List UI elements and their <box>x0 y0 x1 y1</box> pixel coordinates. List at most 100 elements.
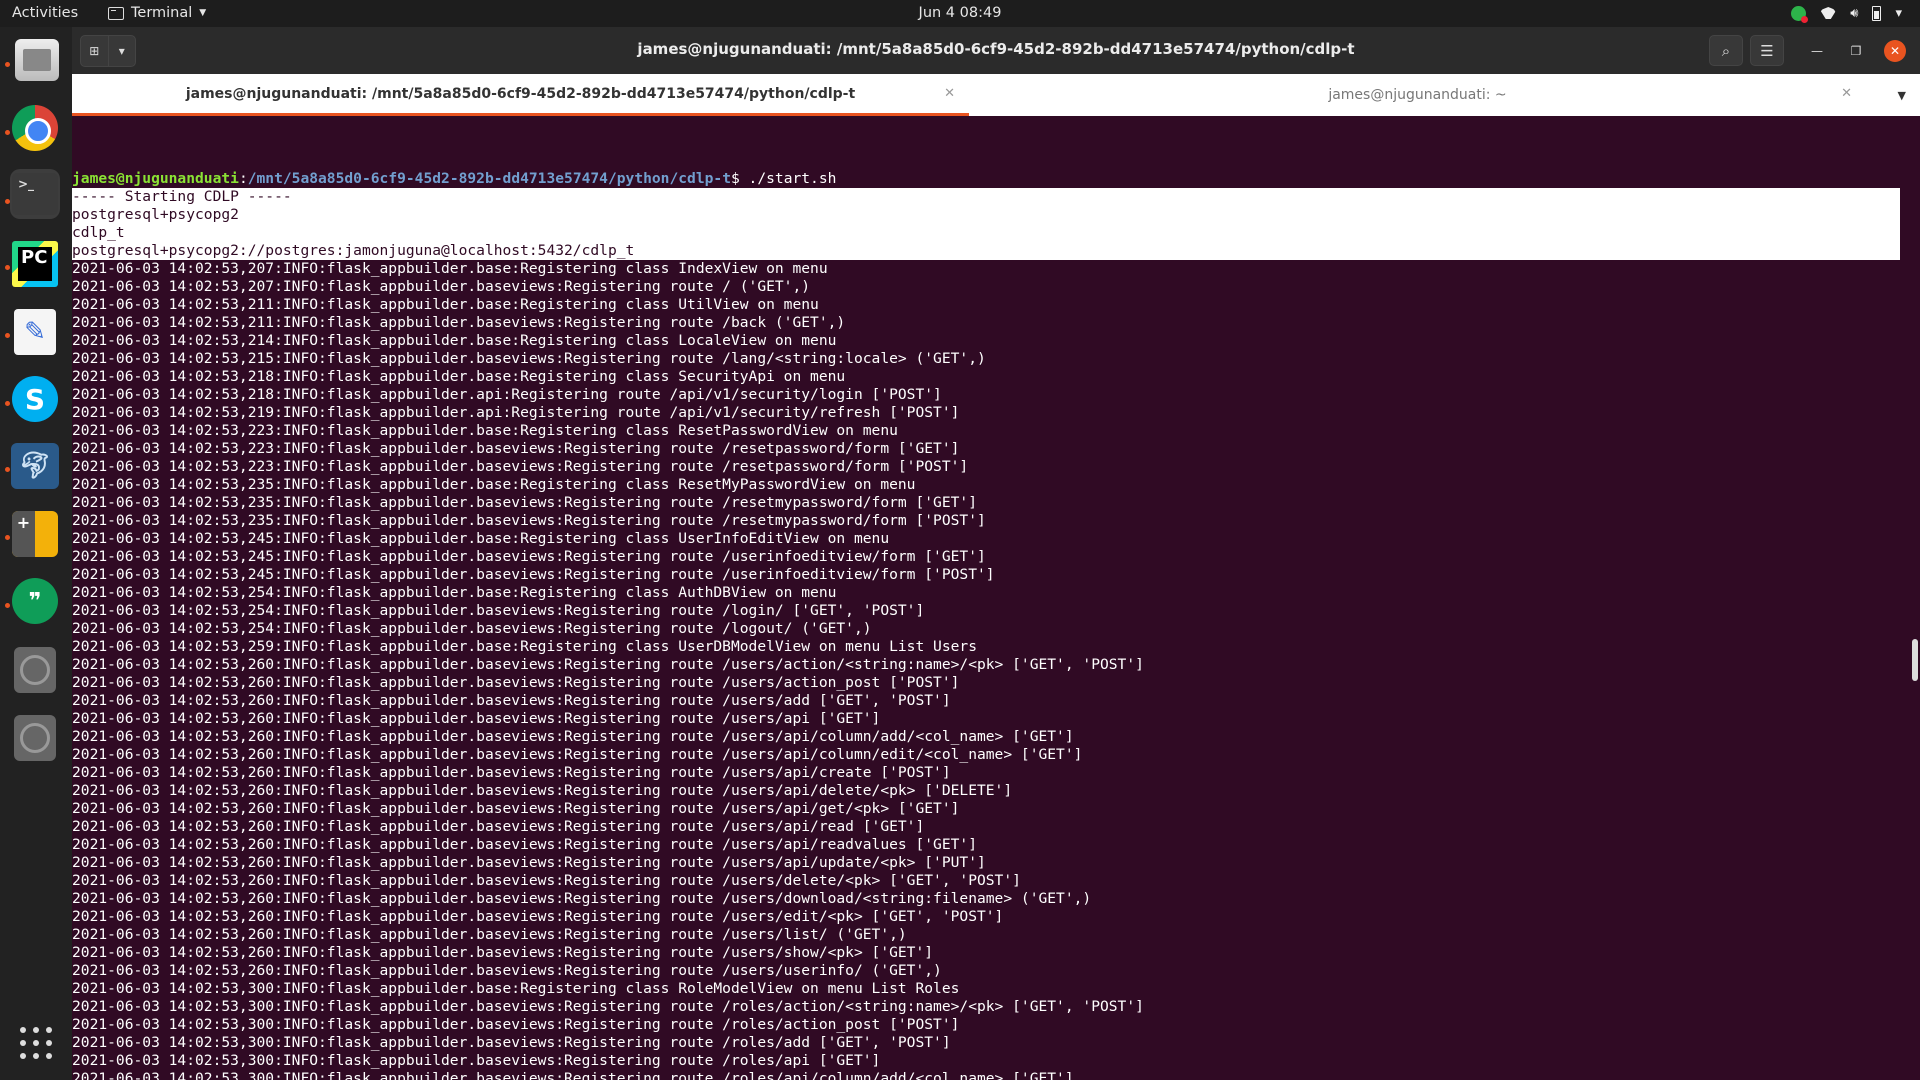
files-icon[interactable] <box>10 35 60 85</box>
log-line: 2021-06-03 14:02:53,207:INFO:flask_appbu… <box>72 260 828 277</box>
search-button[interactable]: ⌕ <box>1709 35 1743 66</box>
menu-button[interactable]: ☰ <box>1750 35 1784 66</box>
mysql-workbench-icon[interactable]: 🐬︎ <box>10 441 60 491</box>
log-line: 2021-06-03 14:02:53,211:INFO:flask_appbu… <box>72 314 846 331</box>
disc-icon[interactable] <box>10 645 60 695</box>
text-editor-icon[interactable]: ✎ <box>10 307 60 357</box>
chevron-down-icon[interactable]: ▾ <box>109 36 136 66</box>
tab-label: james@njugunanduati: /mnt/5a8a85d0-6cf9-… <box>185 85 856 102</box>
prompt-command: $ ./start.sh <box>730 170 837 187</box>
log-line: 2021-06-03 14:02:53,260:INFO:flask_appbu… <box>72 944 934 961</box>
disc-icon[interactable] <box>10 713 60 763</box>
log-line: 2021-06-03 14:02:53,300:INFO:flask_appbu… <box>72 1016 960 1033</box>
clock[interactable]: Jun 4 08:49 <box>919 5 1002 21</box>
prompt-path: /mnt/5a8a85d0-6cf9-45d2-892b-dd4713e5747… <box>247 170 731 187</box>
tab-home[interactable]: james@njugunanduati: ~ ✕ <box>969 74 1866 116</box>
minimize-button[interactable]: — <box>1806 40 1828 62</box>
hamburger-menu-icon: ☰ <box>1760 41 1774 60</box>
top-bar: Activities Terminal ▼ Jun 4 08:49 🔊︎ ▾ <box>0 0 1920 27</box>
tab-cdlp-t[interactable]: james@njugunanduati: /mnt/5a8a85d0-6cf9-… <box>72 74 969 116</box>
log-line: 2021-06-03 14:02:53,245:INFO:flask_appbu… <box>72 530 890 547</box>
system-tray[interactable]: 🔊︎ ▾ <box>1791 4 1902 23</box>
terminal-icon <box>108 6 124 20</box>
log-line: 2021-06-03 14:02:53,219:INFO:flask_appbu… <box>72 404 960 421</box>
prompt-line: james@njugunanduati:/mnt/5a8a85d0-6cf9-4… <box>72 170 837 187</box>
log-line: 2021-06-03 14:02:53,300:INFO:flask_appbu… <box>72 980 960 997</box>
app-menu[interactable]: Terminal ▼ <box>108 5 206 21</box>
activities-button[interactable]: Activities <box>12 5 78 21</box>
close-tab-icon[interactable]: ✕ <box>1841 86 1852 101</box>
tab-list-icon[interactable]: ▼ <box>1898 89 1906 102</box>
log-line: 2021-06-03 14:02:53,254:INFO:flask_appbu… <box>72 584 837 601</box>
log-line: 2021-06-03 14:02:53,260:INFO:flask_appbu… <box>72 926 907 943</box>
log-line: 2021-06-03 14:02:53,260:INFO:flask_appbu… <box>72 674 960 691</box>
selected-output-line: postgresql+psycopg2 <box>72 206 1900 224</box>
log-line: 2021-06-03 14:02:53,260:INFO:flask_appbu… <box>72 746 1083 763</box>
tab-bar: james@njugunanduati: /mnt/5a8a85d0-6cf9-… <box>72 74 1920 116</box>
log-line: 2021-06-03 14:02:53,215:INFO:flask_appbu… <box>72 350 986 367</box>
log-line: 2021-06-03 14:02:53,300:INFO:flask_appbu… <box>72 1070 1074 1080</box>
log-line: 2021-06-03 14:02:53,245:INFO:flask_appbu… <box>72 548 986 565</box>
dock: >_ PC ✎ S 🐬︎ ❞ <box>0 27 72 1080</box>
battery-icon[interactable] <box>1872 4 1882 22</box>
log-line: 2021-06-03 14:02:53,300:INFO:flask_appbu… <box>72 1052 881 1069</box>
new-tab-button[interactable]: ⊞ ▾ <box>80 35 136 67</box>
selected-output-line: postgresql+psycopg2://postgres:jamonjugu… <box>72 242 1900 260</box>
skype-icon[interactable]: S <box>10 374 60 424</box>
log-line: 2021-06-03 14:02:53,260:INFO:flask_appbu… <box>72 728 1074 745</box>
log-line: 2021-06-03 14:02:53,259:INFO:flask_appbu… <box>72 638 977 655</box>
maximize-button[interactable]: ❐ <box>1845 40 1867 62</box>
selected-output-line: ----- Starting CDLP ----- <box>72 188 1900 206</box>
log-line: 2021-06-03 14:02:53,260:INFO:flask_appbu… <box>72 764 951 781</box>
show-applications-icon[interactable] <box>20 1027 52 1059</box>
log-line: 2021-06-03 14:02:53,260:INFO:flask_appbu… <box>72 656 1144 673</box>
log-line: 2021-06-03 14:02:53,235:INFO:flask_appbu… <box>72 476 916 493</box>
caret-down-icon: ▼ <box>199 8 207 18</box>
terminal-window: ⊞ ▾ james@njugunanduati: /mnt/5a8a85d0-6… <box>72 27 1920 1080</box>
log-line: 2021-06-03 14:02:53,223:INFO:flask_appbu… <box>72 440 960 457</box>
log-line: 2021-06-03 14:02:53,223:INFO:flask_appbu… <box>72 422 898 439</box>
log-line: 2021-06-03 14:02:53,260:INFO:flask_appbu… <box>72 872 1021 889</box>
log-line: 2021-06-03 14:02:53,245:INFO:flask_appbu… <box>72 566 995 583</box>
extension-icon[interactable] <box>1791 4 1809 23</box>
log-line: 2021-06-03 14:02:53,207:INFO:flask_appbu… <box>72 278 811 295</box>
selected-output-line: cdlp_t <box>72 224 1900 242</box>
log-line: 2021-06-03 14:02:53,260:INFO:flask_appbu… <box>72 854 986 871</box>
chrome-icon[interactable] <box>10 103 60 153</box>
log-line: 2021-06-03 14:02:53,260:INFO:flask_appbu… <box>72 818 925 835</box>
hangouts-icon[interactable]: ❞ <box>10 576 60 626</box>
log-line: 2021-06-03 14:02:53,214:INFO:flask_appbu… <box>72 332 837 349</box>
log-line: 2021-06-03 14:02:53,211:INFO:flask_appbu… <box>72 296 819 313</box>
log-line: 2021-06-03 14:02:53,235:INFO:flask_appbu… <box>72 494 977 511</box>
log-line: 2021-06-03 14:02:53,260:INFO:flask_appbu… <box>72 908 1004 925</box>
scrollbar[interactable] <box>1912 639 1918 681</box>
log-line: 2021-06-03 14:02:53,260:INFO:flask_appbu… <box>72 782 1013 799</box>
log-line: 2021-06-03 14:02:53,300:INFO:flask_appbu… <box>72 998 1144 1015</box>
terminal-output[interactable]: james@njugunanduati:/mnt/5a8a85d0-6cf9-4… <box>72 116 1900 1080</box>
log-line: 2021-06-03 14:02:53,260:INFO:flask_appbu… <box>72 836 977 853</box>
pycharm-icon[interactable]: PC <box>10 239 60 289</box>
log-line: 2021-06-03 14:02:53,260:INFO:flask_appbu… <box>72 710 881 727</box>
calculator-icon[interactable] <box>10 509 60 559</box>
title-bar[interactable]: ⊞ ▾ james@njugunanduati: /mnt/5a8a85d0-6… <box>72 27 1920 74</box>
close-tab-icon[interactable]: ✕ <box>944 86 955 101</box>
search-icon: ⌕ <box>1721 41 1731 60</box>
log-line: 2021-06-03 14:02:53,218:INFO:flask_appbu… <box>72 368 846 385</box>
log-line: 2021-06-03 14:02:53,223:INFO:flask_appbu… <box>72 458 969 475</box>
wifi-icon[interactable] <box>1820 4 1836 22</box>
power-menu-icon[interactable]: ▾ <box>1895 4 1902 22</box>
log-line: 2021-06-03 14:02:53,218:INFO:flask_appbu… <box>72 386 942 403</box>
volume-icon[interactable]: 🔊︎ <box>1850 4 1858 22</box>
log-line: 2021-06-03 14:02:53,254:INFO:flask_appbu… <box>72 620 872 637</box>
log-line: 2021-06-03 14:02:53,300:INFO:flask_appbu… <box>72 1034 951 1051</box>
close-button[interactable]: ✕ <box>1884 40 1906 62</box>
log-line: 2021-06-03 14:02:53,254:INFO:flask_appbu… <box>72 602 925 619</box>
log-line: 2021-06-03 14:02:53,260:INFO:flask_appbu… <box>72 962 942 979</box>
window-title: james@njugunanduati: /mnt/5a8a85d0-6cf9-… <box>637 40 1355 58</box>
app-menu-label: Terminal <box>131 5 193 21</box>
terminal-dock-icon[interactable]: >_ <box>10 169 60 219</box>
new-tab-icon[interactable]: ⊞ <box>81 36 109 66</box>
